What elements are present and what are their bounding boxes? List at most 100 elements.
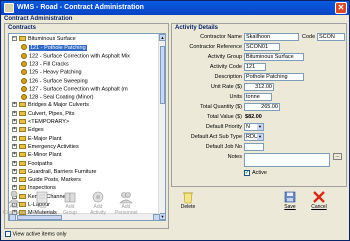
expand-icon[interactable]: + [12,177,17,183]
tree-item[interactable]: 128 - Seal Coating (Minor) [21,94,94,101]
activity-group-field[interactable]: Bituminous Surface [244,53,304,61]
tree-item-label: <TEMPORARY> [28,119,70,125]
notes-browse-button[interactable]: ... [333,153,342,160]
tree-item-label: 123 - Fill Cracks [29,61,69,68]
default-job-no-field[interactable] [244,143,264,151]
tree-item-label: E-Minor Plant [28,152,62,159]
description-field[interactable]: Pothole Patching [244,73,304,81]
cancel-button[interactable]: Cancel [308,190,330,211]
tree-item-label: 126 - Surface Sweeping [29,77,88,84]
scroll-down-icon[interactable]: ▼ [159,213,165,220]
contractor-ref-field[interactable]: SCON01 [244,43,280,51]
tree-item[interactable]: 122 - Surface Correction with Asphalt Mi… [21,52,130,60]
app-icon [4,3,14,13]
tree-group[interactable]: + Emergency Activities [12,143,79,151]
tree-item[interactable]: 123 - Fill Cracks [21,60,69,68]
tree-vertical-scrollbar[interactable]: ▲ ▼ [158,34,165,220]
dropdown-arrow-icon[interactable]: ▼ [257,124,263,130]
contractor-ref-label: Contractor Reference [189,44,242,50]
folder-icon [19,135,26,141]
tree-group[interactable]: − Bituminous Surface [12,36,76,43]
total-qty-label: Total Quantity ($) [200,104,242,110]
tree-group[interactable]: + Edges [12,127,44,134]
total-qty-field[interactable]: 265.00 [244,103,280,111]
scroll-up-icon[interactable]: ▲ [159,34,165,41]
cancel-icon [313,191,325,203]
view-active-only-checkbox[interactable] [5,231,11,237]
expand-icon[interactable]: + [12,102,17,108]
tree-group[interactable]: + <TEMPORARY> [12,119,69,126]
tree-item[interactable]: 121 - Pothole Patching [21,44,87,51]
folder-icon [19,119,26,125]
scroll-right-icon[interactable] [153,214,160,220]
activity-item-icon [21,60,27,67]
group-icon [64,192,76,203]
active-label: Active [252,170,267,176]
tree-item[interactable]: 125 - Heavy Patching [21,69,82,76]
view-active-only[interactable]: View active items only [5,231,67,237]
expand-icon[interactable]: + [12,152,17,158]
scroll-thumb[interactable] [160,46,165,104]
activity-code-field[interactable]: 121 [244,63,266,71]
expand-icon[interactable]: + [12,135,17,141]
expand-icon[interactable]: + [12,110,17,116]
activity-item-icon [21,69,27,76]
tree-item-label: 128 - Seal Coating (Minor) [29,94,94,101]
units-field[interactable]: tonne [244,93,272,101]
tree-item-label: Culvert, Pipes, Pits [28,110,75,117]
notes-label: Notes [227,154,242,160]
default-subtype-select[interactable]: RDU ▼ [244,133,264,141]
default-subtype-label: Default Act Sub Type [190,134,242,140]
folder-icon [19,168,26,174]
save-button[interactable]: Save [279,190,301,211]
tree-group[interactable]: + E-Minor Plant [12,152,61,159]
folder-icon [19,177,26,183]
save-icon [284,191,296,203]
tree-group[interactable]: + E-Major Plant [12,135,61,143]
expand-icon[interactable]: + [12,160,17,166]
collapse-icon[interactable]: − [12,36,17,42]
tree-group[interactable]: + Bridges & Major Culverts [12,102,89,109]
default-job-no-label: Default Job No [205,144,242,150]
notes-field[interactable] [244,153,330,167]
active-checkbox[interactable]: ✓ [244,170,250,176]
activity-code-label: Activity Code [209,64,242,70]
add-personnel-button[interactable]: Add Personnel [115,190,138,216]
add-contract-button[interactable]: Add Contract [31,190,53,216]
close-button[interactable]: ✕ [335,2,347,14]
add-activity-button[interactable]: Add Activity [87,190,109,216]
expand-icon[interactable]: + [12,119,17,125]
add-contractor-button[interactable]: Add Contractor [3,190,26,216]
contractor-name-field[interactable]: Skailhoon [244,33,299,41]
delete-button[interactable]: Delete [177,190,199,211]
personnel-icon [119,192,133,204]
tree-group[interactable]: + Culvert, Pipes, Pits [12,110,75,118]
folder-icon [19,102,26,108]
tree-group[interactable]: + Guide Posts, Markers [12,177,81,184]
folder-icon [19,152,26,158]
tree-item-label: Emergency Activities [28,143,79,150]
tree-item-label: 127 - Surface Correction with Asphalt (m [29,86,128,93]
contractor-name-label: Contractor Name [200,34,242,40]
unit-rate-label: Unit Rate ($) [210,84,242,90]
expand-icon[interactable]: + [12,168,17,174]
dropdown-arrow-icon[interactable]: ▼ [257,134,263,140]
tree-item[interactable]: 126 - Surface Sweeping [21,77,88,85]
tree-group[interactable]: + Guardrail, Barriers Furniture [12,168,97,176]
tree-item[interactable]: 127 - Surface Correction with Asphalt (m [21,85,128,93]
add-group-button[interactable]: Add Group [59,190,81,216]
window-title: WMS - Road - Contract Administration [17,4,144,11]
units-label: Units [229,94,242,100]
expand-icon[interactable]: + [12,143,17,149]
folder-icon [19,160,26,166]
code-field[interactable]: SCON [317,33,345,41]
tree-group[interactable]: + Footpaths [12,160,52,168]
default-priority-label: Default Priority [205,124,242,130]
tree-item-label: Guardrail, Barriers Furniture [28,168,97,175]
contract-icon [36,191,48,204]
title-bar[interactable]: WMS - Road - Contract Administration ✕ [1,1,349,15]
unit-rate-field[interactable]: 312.00 [244,83,274,91]
delete-icon [183,192,193,204]
expand-icon[interactable]: + [12,127,17,133]
default-priority-select[interactable]: N ▼ [244,123,264,131]
